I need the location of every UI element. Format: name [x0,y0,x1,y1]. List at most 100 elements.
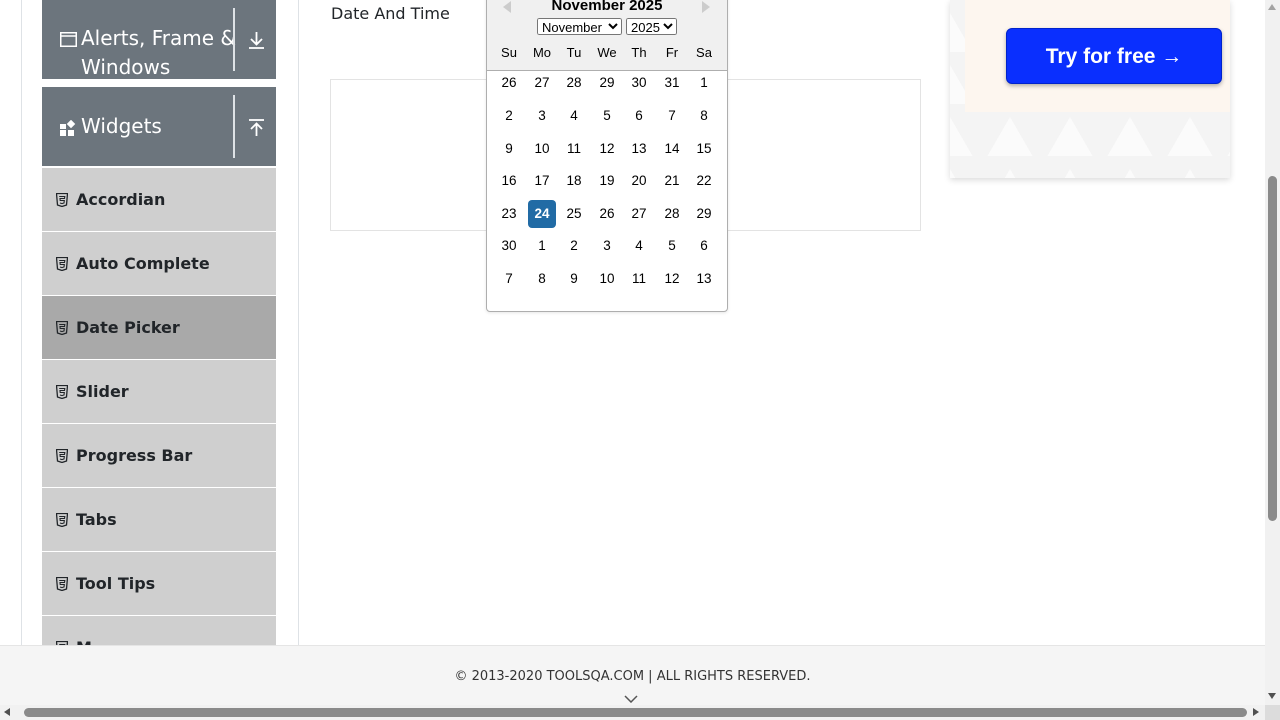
calendar-day-selected[interactable]: 24 [528,200,556,228]
calendar-week: 9 10 11 12 13 14 15 [487,135,727,163]
calendar-day[interactable]: 2 [560,232,588,260]
group-widgets-label: Widgets [81,114,162,138]
vertical-scroll-thumb[interactable] [1268,176,1277,521]
calendar-day[interactable]: 30 [625,69,653,97]
scroll-left-icon[interactable] [4,708,10,716]
calendar-day[interactable]: 1 [690,69,718,97]
calendar-day[interactable]: 29 [593,69,621,97]
horizontal-scroll-thumb[interactable] [24,708,1247,717]
page-border-left [21,0,22,645]
sidebar-item-label: Tabs [76,510,117,529]
calendar-day[interactable]: 27 [625,200,653,228]
day-name: Th [631,45,647,60]
sidebar-item-auto-complete[interactable]: Auto Complete [42,232,276,296]
calendar-day[interactable]: 1 [528,232,556,260]
sidebar-item-tabs[interactable]: Tabs [42,488,276,552]
date-and-time-label: Date And Time [331,4,450,23]
calendar-day[interactable]: 11 [625,265,653,293]
sidebar-item-label: Progress Bar [76,446,193,465]
html5-icon [55,512,69,532]
horizontal-scrollbar[interactable] [0,705,1265,720]
calendar-day[interactable]: 13 [690,265,718,293]
scroll-up-icon[interactable] [1268,4,1276,10]
calendar-day[interactable]: 19 [593,167,621,195]
group-widgets[interactable]: Widgets [42,87,276,166]
day-name: Su [501,45,517,60]
vertical-scrollbar[interactable] [1265,0,1280,705]
next-month-icon[interactable] [702,1,710,13]
calendar-day[interactable]: 21 [658,167,686,195]
sidebar-item-date-picker[interactable]: Date Picker [42,296,276,360]
arrow-up-icon[interactable] [248,119,265,142]
calendar-day[interactable]: 22 [690,167,718,195]
calendar-day[interactable]: 10 [528,135,556,163]
calendar-day[interactable]: 9 [560,265,588,293]
datepicker-popup: November 2025 JanuaryFebruaryMarchAprilM… [486,0,728,312]
calendar-day[interactable]: 6 [625,102,653,130]
datepicker-current-month: November 2025 [551,0,663,14]
calendar-day[interactable]: 3 [528,102,556,130]
calendar-day[interactable]: 8 [690,102,718,130]
sidebar-item-progress-bar[interactable]: Progress Bar [42,424,276,488]
calendar-day[interactable]: 26 [593,200,621,228]
calendar-day[interactable]: 4 [625,232,653,260]
month-select[interactable]: JanuaryFebruaryMarchAprilMayJuneJulyAugu… [537,18,622,35]
html5-icon [55,256,69,276]
calendar-day[interactable]: 31 [658,69,686,97]
calendar-day[interactable]: 28 [560,69,588,97]
calendar-day[interactable]: 12 [593,135,621,163]
day-name: Mo [532,45,552,60]
sidebar: Alerts, Frame & Windows Widgets Accordia… [42,0,276,645]
day-name: Fr [665,45,679,60]
calendar-day[interactable]: 12 [658,265,686,293]
sidebar-item-accordian[interactable]: Accordian [42,168,276,232]
calendar-day[interactable]: 10 [593,265,621,293]
calendar-day[interactable]: 8 [528,265,556,293]
calendar-day[interactable]: 7 [658,102,686,130]
scroll-down-icon[interactable] [1268,693,1276,699]
calendar-week: 30 1 2 3 4 5 6 [487,232,727,260]
sidebar-item-label: Auto Complete [76,254,210,273]
html5-icon [55,576,69,596]
calendar-day[interactable]: 29 [690,200,718,228]
calendar-day[interactable]: 4 [560,102,588,130]
calendar-day[interactable]: 9 [495,135,523,163]
sidebar-item-tool-tips[interactable]: Tool Tips [42,552,276,616]
html5-icon [55,384,69,404]
calendar-day[interactable]: 7 [495,265,523,293]
sidebar-item-label: M... [76,638,110,645]
year-select[interactable]: 2025 [626,18,677,35]
calendar-day[interactable]: 13 [625,135,653,163]
calendar-day[interactable]: 18 [560,167,588,195]
group-alerts-frame-windows[interactable]: Alerts, Frame & Windows [42,0,276,79]
html5-icon [55,448,69,468]
calendar-day[interactable]: 15 [690,135,718,163]
copyright-text: © 2013-2020 TOOLSQA.COM | ALL RIGHTS RES… [454,669,811,684]
calendar-day[interactable]: 26 [495,69,523,97]
calendar-day[interactable]: 23 [495,200,523,228]
calendar-week: 23 24 25 26 27 28 29 [487,200,727,228]
calendar-day[interactable]: 30 [495,232,523,260]
calendar-day[interactable]: 14 [658,135,686,163]
calendar-day[interactable]: 2 [495,102,523,130]
calendar-day[interactable]: 20 [625,167,653,195]
calendar-day[interactable]: 3 [593,232,621,260]
sidebar-item-slider[interactable]: Slider [42,360,276,424]
html5-icon [55,192,69,212]
calendar-day[interactable]: 5 [593,102,621,130]
calendar-day[interactable]: 28 [658,200,686,228]
group-alerts-label-line1: Alerts, Frame & [81,26,237,50]
group-separator [233,95,235,158]
calendar-day[interactable]: 16 [495,167,523,195]
calendar-day[interactable]: 17 [528,167,556,195]
sidebar-item-m[interactable]: M... [42,616,276,645]
scroll-right-icon[interactable] [1253,708,1259,716]
try-for-free-button[interactable]: Try for free → [1006,28,1222,84]
calendar-day[interactable]: 11 [560,135,588,163]
calendar-day[interactable]: 25 [560,200,588,228]
calendar-day[interactable]: 27 [528,69,556,97]
group-alerts-label-line2: Windows [81,55,171,79]
calendar-day[interactable]: 5 [658,232,686,260]
calendar-day[interactable]: 6 [690,232,718,260]
arrow-down-icon[interactable] [248,31,265,54]
